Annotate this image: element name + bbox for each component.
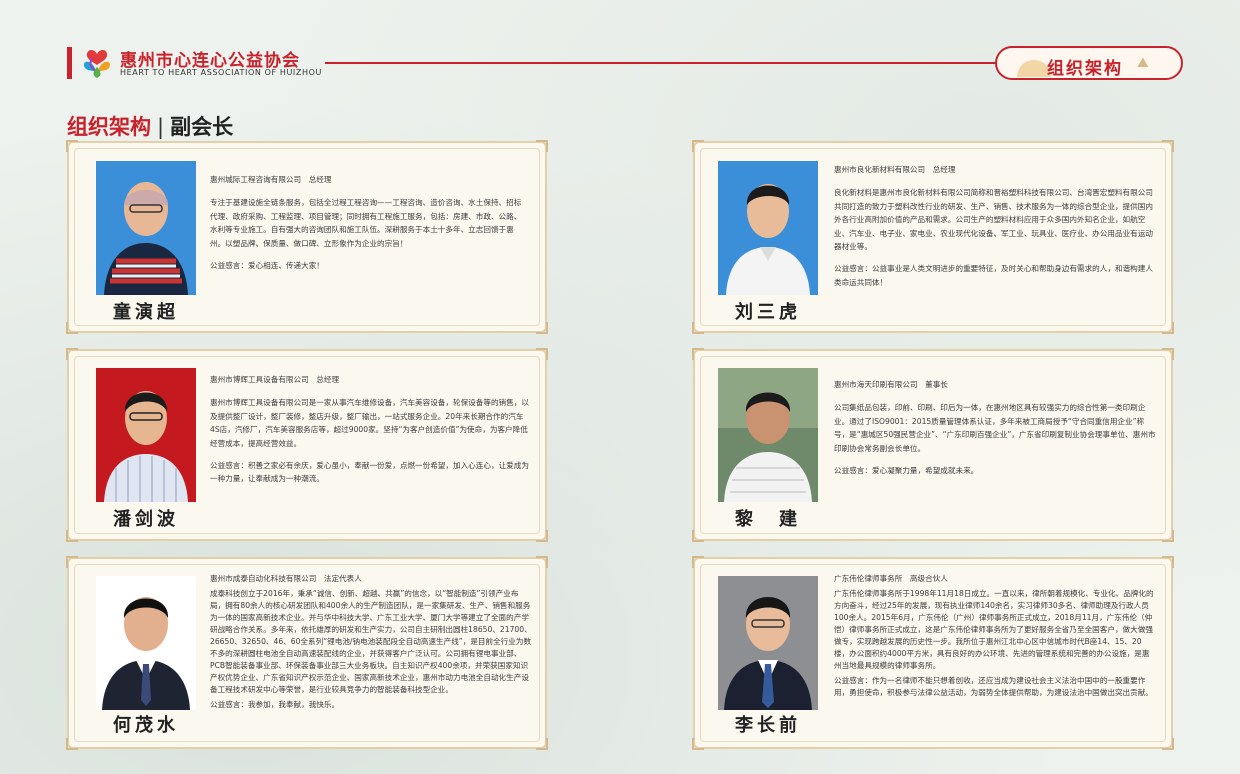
member-bio: 公司集纸品包装，印前、印刷、印后为一体，在惠州地区具有较强实力的综合性第一类印刷…	[834, 403, 1156, 453]
member-bio: 良化新材料是惠州市良化新材料有限公司简称和晋裕塑料科技有限公司、台湾晋宏塑料有限…	[834, 188, 1153, 252]
member-company: 惠州城际工程咨询有限公司 总经理	[210, 175, 332, 184]
header-divider	[325, 62, 997, 64]
member-motto: 公益感言：我参加，我奉献，我快乐。	[210, 700, 340, 709]
member-company: 惠州市博辉工具设备有限公司 总经理	[210, 375, 340, 384]
member-company: 惠州市成泰自动化科技有限公司 法定代表人	[210, 574, 362, 583]
member-name: 潘剑波	[113, 509, 179, 530]
member-photo	[96, 161, 196, 295]
member-photo	[718, 161, 818, 295]
member-bio: 成泰科技创立于2016年，秉承“诚信、创新、超越、共赢”的信念，以“智能制造”引…	[210, 589, 532, 694]
member-motto: 公益感言：爱心相连、传递大家！	[210, 261, 324, 271]
heart-logo-icon	[79, 44, 115, 80]
page-title: 组织架构 | 副会长	[67, 111, 233, 141]
sunrise-icon	[1017, 60, 1051, 77]
member-name: 李长前	[735, 715, 801, 736]
member-name: 黎 建	[735, 509, 801, 530]
logo-accent-bar	[67, 47, 72, 79]
member-photo	[96, 368, 196, 502]
member-motto: 公益感言：积善之家必有余庆，爱心虽小，奉献一份爱，点燃一份希望，加入心连心，让爱…	[210, 461, 529, 484]
member-motto: 公益感言：爱心凝聚力量，希望成就未来。	[834, 466, 979, 476]
member-info: 惠州市良化新材料有限公司 总经理 良化新材料是惠州市良化新材料有限公司简称和晋裕…	[834, 163, 1156, 289]
member-card: 刘三虎 惠州市良化新材料有限公司 总经理 良化新材料是惠州市良化新材料有限公司简…	[692, 140, 1174, 334]
member-card: 何茂水 惠州市成泰自动化科技有限公司 法定代表人 成泰科技创立于2016年，秉承…	[66, 556, 548, 750]
page-title-main: 组织架构	[67, 115, 151, 139]
member-motto: 公益感言：公益事业是人类文明进步的重要特征，及时关心和帮助身边有需求的人，和谐构…	[834, 264, 1153, 287]
section-badge: ⛰ 组织架构	[995, 46, 1183, 80]
page-title-separator: |	[157, 115, 165, 139]
member-info: 广东伟伦律师事务所 高级合伙人 广东伟伦律师事务所于1998年11月18日成立。…	[834, 573, 1156, 699]
mountain-icon: ⛰	[1137, 55, 1149, 71]
member-card: 李长前 广东伟伦律师事务所 高级合伙人 广东伟伦律师事务所于1998年11月18…	[692, 556, 1174, 750]
member-card: 黎 建 惠州市海天印刷有限公司 董事长 公司集纸品包装，印前、印刷、印后为一体，…	[692, 348, 1174, 542]
member-motto: 公益感言：作为一名律师不能只想着创收，还应当成为建设社会主义法治中国中的一股重要…	[834, 676, 1153, 697]
member-photo	[96, 576, 196, 710]
section-badge-label: 组织架构	[1047, 59, 1123, 79]
member-name: 刘三虎	[735, 302, 801, 323]
member-info: 惠州市成泰自动化科技有限公司 法定代表人 成泰科技创立于2016年，秉承“诚信、…	[210, 573, 532, 711]
member-info: 惠州市博辉工具设备有限公司 总经理 惠州市博辉工具设备有限公司是一家从事汽车维修…	[210, 373, 530, 486]
member-card: 潘剑波 惠州市博辉工具设备有限公司 总经理 惠州市博辉工具设备有限公司是一家从事…	[66, 348, 548, 542]
member-photo	[718, 368, 818, 502]
member-card: 童演超 惠州城际工程咨询有限公司 总经理 专注于基建设施全链条服务，包括全过程工…	[66, 140, 548, 334]
member-bio: 专注于基建设施全链条服务，包括全过程工程咨询——工程咨询、造价咨询、水土保持、招…	[210, 198, 522, 248]
member-bio: 惠州市博辉工具设备有限公司是一家从事汽车维修设备，汽车美容设备，轮保设备等的销售…	[210, 398, 529, 448]
org-name-english: HEART TO HEART ASSOCIATION OF HUIZHOU	[120, 68, 322, 77]
member-info: 惠州城际工程咨询有限公司 总经理 专注于基建设施全链条服务，包括全过程工程咨询—…	[210, 173, 525, 272]
member-photo	[718, 576, 818, 710]
member-company: 广东伟伦律师事务所 高级合伙人	[834, 574, 948, 583]
member-name: 童演超	[113, 302, 179, 323]
member-bio: 广东伟伦律师事务所于1998年11月18日成立。一直以来，律所朝着规模化、专业化…	[834, 589, 1154, 670]
page-title-sub: 副会长	[170, 115, 234, 139]
member-name: 何茂水	[113, 715, 179, 736]
member-info: 惠州市海天印刷有限公司 董事长 公司集纸品包装，印前、印刷、印后为一体，在惠州地…	[834, 378, 1156, 477]
member-company: 惠州市海天印刷有限公司 董事长	[834, 380, 948, 389]
member-company: 惠州市良化新材料有限公司 总经理	[834, 165, 956, 174]
